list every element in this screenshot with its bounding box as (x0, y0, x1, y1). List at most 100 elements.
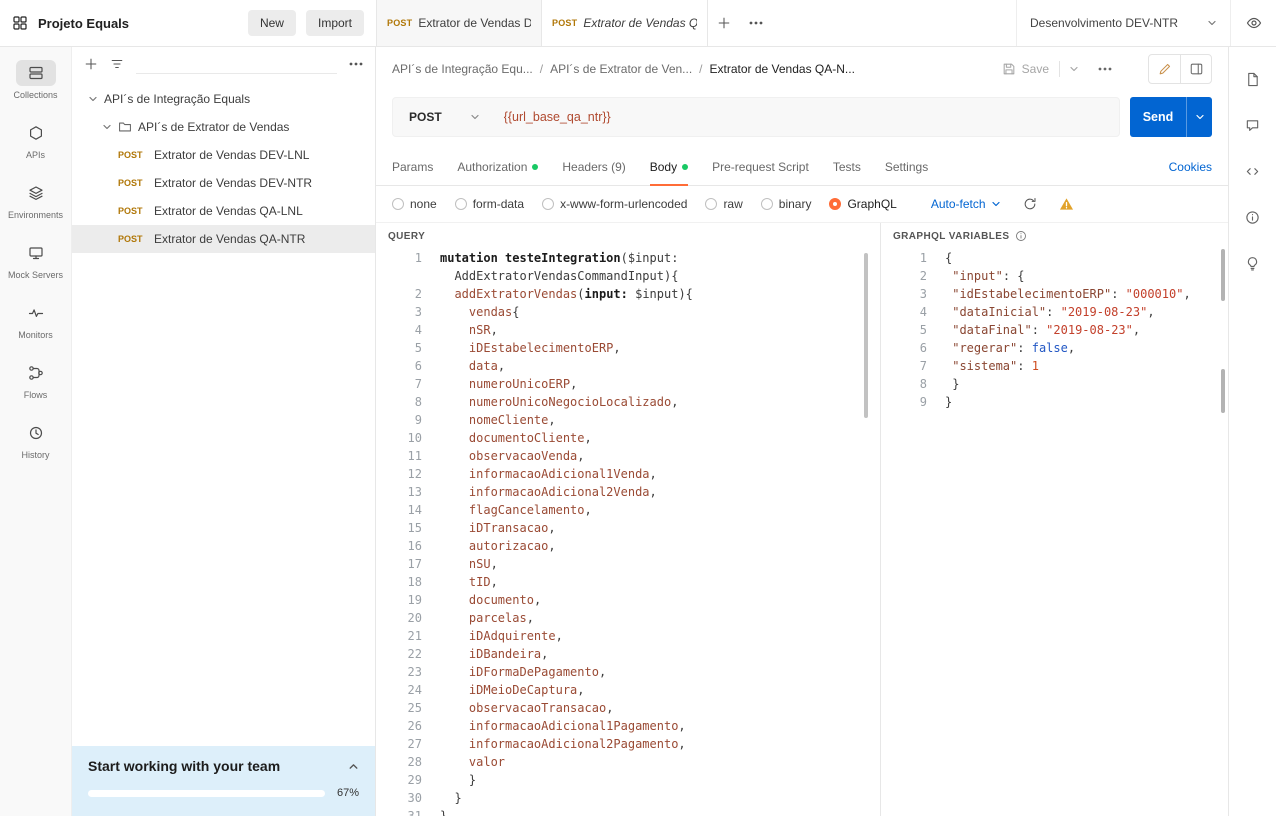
tab-headers[interactable]: Headers (9) (562, 149, 625, 185)
request-tab-dev-ntr[interactable]: POST Extrator de Vendas DEV (376, 0, 542, 46)
sidebar-search-input[interactable] (136, 54, 337, 74)
request-row-dev-ntr[interactable]: POST Extrator de Vendas DEV-NTR (72, 169, 375, 197)
right-context-rail (1228, 47, 1276, 816)
breadcrumb-folder[interactable]: API´s de Extrator de Ven... (550, 62, 692, 76)
rail-label: Flows (24, 390, 48, 400)
breadcrumb-collection[interactable]: API´s de Integração Equ... (392, 62, 533, 76)
method-selector[interactable]: POST (393, 110, 496, 124)
tab-params[interactable]: Params (392, 149, 433, 185)
workspace-title[interactable]: Projeto Equals (38, 16, 129, 31)
method-label: POST (118, 178, 148, 188)
chevron-down-icon (991, 199, 1001, 209)
radio-icon (392, 198, 404, 210)
tab-options-button[interactable] (740, 0, 772, 46)
body-mode-binary[interactable]: binary (761, 197, 812, 211)
body-mode-raw[interactable]: raw (705, 197, 742, 211)
code-line: 10 documentoCliente, (376, 429, 880, 447)
request-row-qa-lnl[interactable]: POST Extrator de Vendas QA-LNL (72, 197, 375, 225)
code-line: 6 "regerar": false, (881, 339, 1228, 357)
sidebar-item-apis[interactable]: APIs (0, 115, 71, 175)
request-builder: API´s de Integração Equ... / API´s de Ex… (376, 47, 1228, 816)
refresh-schema-button[interactable] (1023, 197, 1037, 211)
url-input[interactable] (496, 110, 1119, 124)
request-info-button[interactable] (1237, 201, 1269, 233)
sidebar-item-monitors[interactable]: Monitors (0, 295, 71, 355)
code-line: 9} (881, 393, 1228, 411)
save-options-button[interactable] (1060, 54, 1088, 84)
pm-tips-button[interactable] (1237, 247, 1269, 279)
cookies-link[interactable]: Cookies (1169, 149, 1212, 185)
comments-button[interactable] (1237, 109, 1269, 141)
query-editor[interactable]: 1mutation testeIntegration($input: AddEx… (376, 249, 880, 816)
sidebar-more-button[interactable] (349, 62, 363, 66)
new-tab-button[interactable] (708, 0, 740, 46)
folder-row[interactable]: API´s de Extrator de Vendas (72, 113, 375, 141)
radio-icon (455, 198, 467, 210)
sidebar-item-environments[interactable]: Environments (0, 175, 71, 235)
variables-editor[interactable]: 1{2 "input": {3 "idEstabelecimentoERP": … (881, 249, 1228, 816)
breadcrumb-request[interactable]: Extrator de Vendas QA-N... (710, 62, 855, 76)
method-label: POST (118, 234, 148, 244)
mock-servers-icon (16, 240, 56, 266)
save-button[interactable]: Save (992, 54, 1059, 84)
tab-title: Extrator de Vendas QA- (583, 16, 697, 30)
documentation-button[interactable] (1237, 63, 1269, 95)
environment-selector[interactable]: Desenvolvimento DEV-NTR (1016, 0, 1230, 46)
schema-warning-icon (1059, 197, 1074, 211)
send-options-button[interactable] (1186, 97, 1212, 137)
body-mode-graphql[interactable]: GraphQL (829, 197, 896, 211)
code-icon (1245, 164, 1260, 179)
request-tab-qa-ntr[interactable]: POST Extrator de Vendas QA- (542, 0, 708, 46)
send-button[interactable]: Send (1130, 97, 1186, 137)
filter-button[interactable] (110, 57, 124, 71)
tab-authorization[interactable]: Authorization (457, 149, 538, 185)
sidebar: API´s de Integração Equals API´s de Extr… (72, 47, 376, 816)
code-line: 24 iDMeioDeCaptura, (376, 681, 880, 699)
new-button[interactable]: New (248, 10, 296, 36)
sidebar-item-flows[interactable]: Flows (0, 355, 71, 415)
collapse-banner-button[interactable] (348, 761, 359, 772)
sidebar-item-collections[interactable]: Collections (0, 55, 71, 115)
code-line: 19 documento, (376, 591, 880, 609)
sidebar-item-mock-servers[interactable]: Mock Servers (0, 235, 71, 295)
code-line: 27 informacaoAdicional2Pagamento, (376, 735, 880, 753)
body-mode-none[interactable]: none (392, 197, 437, 211)
workspace-switcher-icon[interactable] (12, 15, 28, 31)
chevron-down-icon (88, 94, 98, 104)
rail-label: History (21, 450, 49, 460)
request-row-qa-ntr[interactable]: POST Extrator de Vendas QA-NTR (72, 225, 375, 253)
code-line: 20 parcelas, (376, 609, 880, 627)
tab-body[interactable]: Body (650, 149, 688, 185)
toggle-side-panel-button[interactable] (1180, 55, 1211, 83)
collection-row[interactable]: API´s de Integração Equals (72, 85, 375, 113)
request-name: Extrator de Vendas DEV-LNL (154, 148, 309, 162)
sidebar-item-history[interactable]: History (0, 415, 71, 475)
info-icon[interactable] (1015, 230, 1027, 242)
more-request-actions-button[interactable] (1088, 67, 1122, 71)
import-button[interactable]: Import (306, 10, 364, 36)
body-mode-form-data[interactable]: form-data (455, 197, 524, 211)
variables-scrollbar-segment[interactable] (1221, 369, 1225, 413)
edit-request-button[interactable] (1149, 55, 1180, 83)
apis-icon (16, 120, 56, 146)
plus-icon (717, 16, 731, 30)
autofetch-selector[interactable]: Auto-fetch (931, 197, 1001, 211)
variables-scrollbar[interactable] (1221, 249, 1225, 301)
tab-pre-request-script[interactable]: Pre-request Script (712, 149, 809, 185)
code-line: 11 observacaoVenda, (376, 447, 880, 465)
tab-tests[interactable]: Tests (833, 149, 861, 185)
code-snippet-button[interactable] (1237, 155, 1269, 187)
environment-quick-look-button[interactable] (1230, 0, 1276, 46)
add-collection-button[interactable] (84, 57, 98, 71)
chevron-down-icon (1069, 64, 1079, 74)
comment-icon (1245, 118, 1260, 133)
tab-method-label: POST (387, 18, 412, 28)
code-line: 1mutation testeIntegration($input: (376, 249, 880, 267)
mode-label: x-www-form-urlencoded (560, 197, 687, 211)
request-row-dev-lnl[interactable]: POST Extrator de Vendas DEV-LNL (72, 141, 375, 169)
body-mode-urlencoded[interactable]: x-www-form-urlencoded (542, 197, 687, 211)
code-line: 2 "input": { (881, 267, 1228, 285)
tab-settings[interactable]: Settings (885, 149, 928, 185)
query-scrollbar[interactable] (864, 253, 868, 418)
breadcrumb: API´s de Integração Equ... / API´s de Ex… (376, 47, 1228, 91)
